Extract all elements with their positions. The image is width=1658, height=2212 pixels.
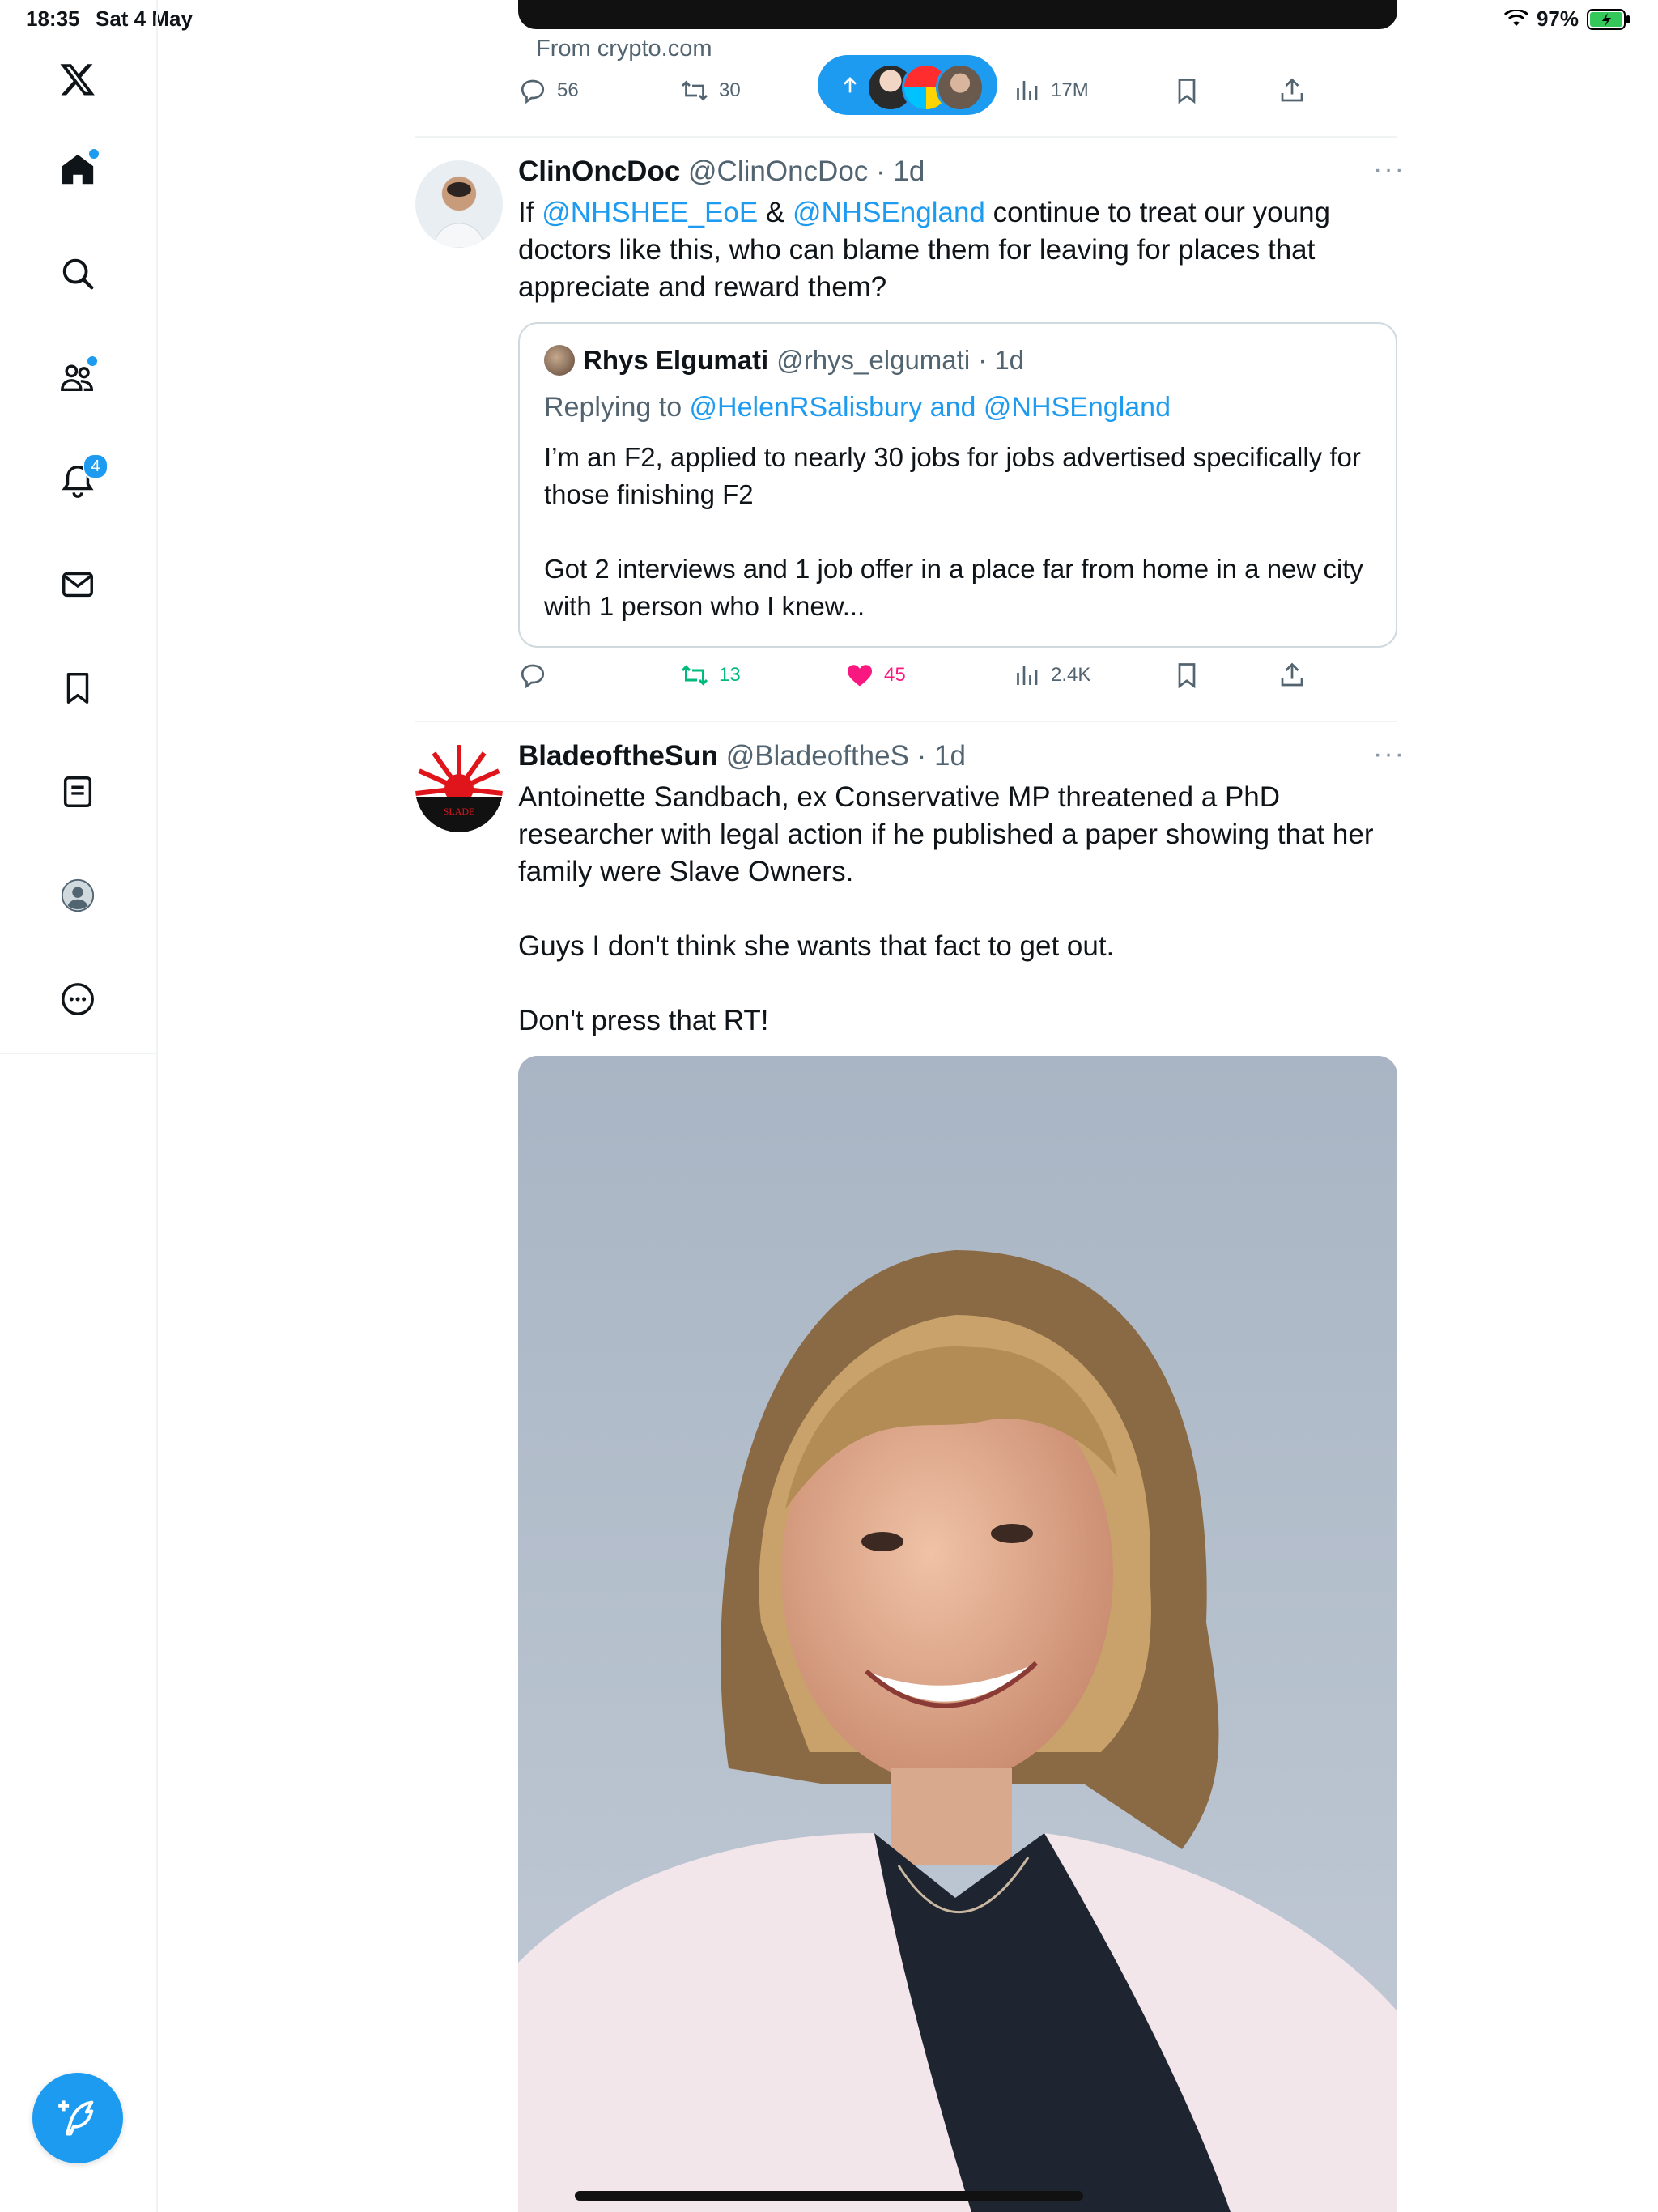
rising-sun-logo-icon: SLADE [415,745,503,832]
quoted-tweet[interactable]: Rhys Elgumati @rhys_elgumati · 1d Replyi… [518,322,1397,648]
profile-avatar-icon[interactable] [52,870,104,921]
quote-text-line: Got 2 interviews and 1 job offer in a pl… [544,554,1363,621]
tweet-text-prefix: If [518,197,542,228]
sidebar: 4 [0,0,158,2212]
views-button[interactable]: 17M [1012,76,1089,105]
author-handle[interactable]: @ClinOncDoc [688,155,868,187]
lists-icon[interactable] [52,766,104,818]
retweet-button[interactable]: 30 [680,76,741,105]
bookmarks-icon[interactable] [52,662,104,714]
home-indicator[interactable] [575,2191,1083,2201]
quote-time: · 1d [978,345,1025,375]
reply-icon [521,664,545,689]
notifications-bell-icon[interactable]: 4 [52,453,108,507]
messages-envelope-icon[interactable] [52,559,104,610]
battery-icon [1587,8,1630,30]
search-icon[interactable] [52,248,104,300]
like-button[interactable]: 45 [845,661,906,690]
tweet-text: If @NHSHEE_EoE & @NHSEngland continue to… [518,194,1401,306]
pill-avatar [936,63,984,112]
tweet-header: ClinOncDoc @ClinOncDoc · 1d [518,155,925,188]
bookmark-icon [1178,79,1196,104]
views-count: 2.4K [1051,664,1091,686]
share-icon [1281,78,1303,102]
views-button[interactable]: 2.4K [1012,661,1090,690]
retweet-icon [682,80,708,101]
tweet-actions: 13 45 2.4K [518,661,1328,701]
quote-replying-to: Replying to @HelenRSalisbury and @NHSEng… [544,392,1171,423]
svg-text:SLADE: SLADE [444,806,475,817]
ad-source-label[interactable]: From crypto.com [536,36,712,62]
reply-count: 56 [557,79,579,101]
share-button[interactable] [1278,76,1307,105]
quote-author-handle: @rhys_elgumati [776,345,971,375]
retweet-count: 13 [719,664,741,686]
heart-filled-icon [848,665,872,687]
tweet-paragraph: Guys I don't think she wants that fact t… [518,930,1115,962]
portrait-photo [518,1056,1397,2212]
bookmark-button[interactable] [1172,661,1201,690]
compose-feather-icon [58,2100,94,2136]
quote-author-avatar [544,345,575,376]
more-options-icon[interactable] [52,973,104,1025]
person-avatar-icon [432,182,486,248]
communities-unread-dot [86,355,99,368]
tweet-paragraph: Don't press that RT! [518,1005,769,1036]
author-name[interactable]: ClinOncDoc [518,155,680,187]
views-count: 17M [1051,79,1089,101]
quote-author-name: Rhys Elgumati [583,345,769,375]
home-icon[interactable] [52,144,104,196]
mention-link[interactable]: @NHSHEE_EoE [542,197,758,228]
views-chart-icon [1017,81,1038,100]
tweet-text: Antoinette Sandbach, ex Conservative MP … [518,779,1401,1040]
communities-icon[interactable] [52,351,104,403]
tweet-divider [415,721,1397,722]
tweet-time[interactable]: · 1d [876,155,925,187]
ad-media[interactable] [518,0,1397,29]
new-posts-pill[interactable] [818,55,997,115]
bladeofthesun-avatar[interactable]: SLADE [415,745,503,832]
tweet-paragraph: Antoinette Sandbach, ex Conservative MP … [518,781,1374,887]
replying-prefix: Replying to [544,392,690,423]
compose-tweet-button[interactable] [32,2073,123,2163]
views-chart-icon [1017,666,1038,685]
like-count: 45 [884,664,906,686]
author-handle[interactable]: @BladeoftheS [726,740,909,772]
tweet-photo[interactable] [518,1056,1397,2212]
tweet-more-icon[interactable]: ··· [1373,154,1405,185]
arrow-up-icon [844,77,857,93]
share-icon [1281,662,1303,687]
wifi-icon [1503,9,1528,26]
clinoncdoc-avatar[interactable] [415,160,503,248]
quote-text-line: I’m an F2, applied to nearly 30 jobs for… [544,442,1361,509]
quote-text: I’m an F2, applied to nearly 30 jobs for… [544,439,1370,625]
status-indicators: 97% [1503,6,1630,32]
home-unread-dot [87,147,100,160]
reply-button[interactable] [518,661,547,690]
reply-button[interactable]: 56 [518,76,579,105]
tweet-more-icon[interactable]: ··· [1373,738,1405,770]
replying-to-handles[interactable]: @HelenRSalisbury and @NHSEngland [690,392,1171,423]
author-name[interactable]: BladeoftheSun [518,740,718,772]
notifications-badge: 4 [83,453,108,479]
retweet-count: 30 [719,79,741,101]
share-button[interactable] [1278,661,1307,690]
tweet-text-amp: & [758,197,793,228]
mention-link[interactable]: @NHSEngland [793,197,985,228]
tweet-time[interactable]: · 1d [917,740,966,772]
bookmark-icon [1178,663,1196,689]
battery-percent: 97% [1536,6,1579,31]
x-logo-icon[interactable] [52,53,104,105]
bookmark-button[interactable] [1172,76,1201,105]
tweet-divider [415,136,1397,138]
quote-header: Rhys Elgumati @rhys_elgumati · 1d [544,345,1024,376]
reply-icon [521,79,545,104]
sidebar-divider [0,1053,156,1054]
retweet-icon [681,665,708,686]
retweet-button[interactable]: 13 [680,661,741,690]
tweet-header: BladeoftheSun @BladeoftheS · 1d [518,740,966,772]
